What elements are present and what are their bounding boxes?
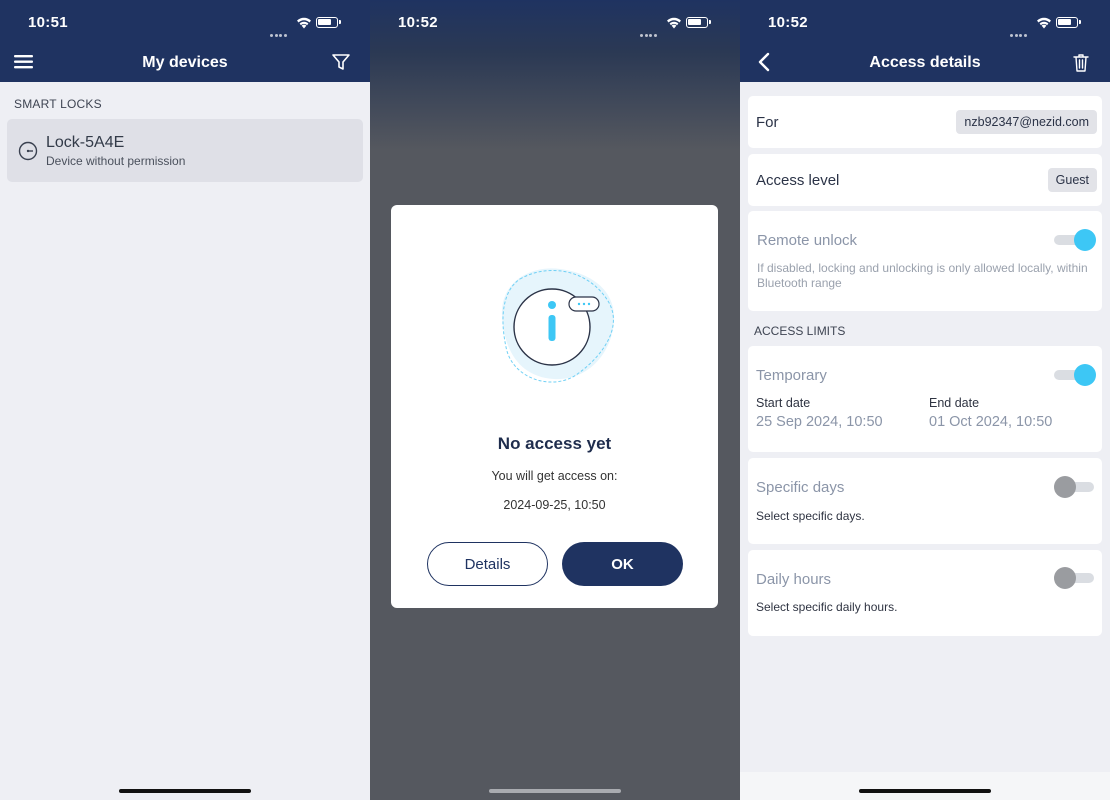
access-level-value: Guest (1047, 168, 1097, 192)
specific-days-toggle[interactable] (1054, 476, 1094, 498)
remote-unlock-description: If disabled, locking and unlocking is on… (757, 261, 1088, 290)
app-header: 10:51 My devices (0, 0, 370, 82)
specific-days-label: Specific days (756, 479, 845, 496)
wifi-icon (667, 17, 681, 29)
status-icons (270, 16, 348, 37)
remote-unlock-card: Remote unlock If disabled, locking and u… (748, 211, 1102, 311)
page-title: My devices (142, 54, 228, 71)
remote-unlock-label: Remote unlock (757, 232, 858, 249)
status-icons (1010, 16, 1088, 37)
device-name: Lock-5A4E (46, 134, 125, 151)
section-label-access-limits: ACCESS LIMITS (754, 324, 846, 338)
device-status: Device without permission (46, 154, 186, 168)
start-date-label: Start date (756, 396, 811, 410)
status-bar: 10:52 (740, 14, 1110, 37)
wifi-icon (297, 17, 311, 29)
dialog-access-date: 2024-09-25, 10:50 (503, 498, 606, 512)
home-indicator (119, 789, 251, 793)
status-bar: 10:52 (370, 14, 740, 37)
home-indicator (859, 789, 991, 793)
daily-hours-description: Select specific daily hours. (756, 600, 898, 614)
app-header: 10:52 Access details (740, 0, 1110, 82)
info-illustration-icon (501, 268, 615, 383)
end-date-value[interactable]: 01 Oct 2024, 10:50 (929, 414, 1052, 430)
for-row: For nzb92347@nezid.com (748, 96, 1102, 148)
my-devices-screen: 10:51 My devices SMART LOCKS Lock-5A4E D… (0, 0, 370, 800)
lock-dial-icon (18, 141, 38, 161)
page-title: Access details (869, 54, 981, 71)
battery-icon (1056, 17, 1081, 28)
signal-icon (640, 24, 662, 37)
device-list-item[interactable]: Lock-5A4E Device without permission (7, 119, 363, 182)
start-date-value[interactable]: 25 Sep 2024, 10:50 (756, 414, 883, 430)
bottom-bar (740, 772, 1110, 800)
status-time: 10:52 (768, 14, 808, 31)
home-indicator (489, 789, 621, 793)
remote-unlock-toggle[interactable] (1054, 229, 1096, 251)
section-label-smart-locks: SMART LOCKS (14, 97, 102, 111)
for-label: For (756, 114, 779, 131)
dialog-message: You will get access on: (491, 469, 618, 483)
temporary-label: Temporary (756, 367, 827, 384)
daily-hours-label: Daily hours (756, 571, 832, 588)
status-bar: 10:51 (0, 14, 370, 37)
specific-days-card: Specific days Select specific days. (748, 458, 1102, 544)
signal-icon (270, 24, 292, 37)
specific-days-description: Select specific days. (756, 509, 865, 523)
status-icons (640, 16, 718, 37)
temporary-toggle[interactable] (1054, 364, 1096, 386)
status-time: 10:52 (398, 14, 438, 31)
battery-icon (686, 17, 711, 28)
details-button[interactable]: Details (427, 542, 548, 586)
wifi-icon (1037, 17, 1051, 29)
status-time: 10:51 (28, 14, 68, 31)
dialog-title: No access yet (497, 434, 612, 453)
access-level-label: Access level (756, 172, 840, 189)
no-access-dialog: No access yet You will get access on: 20… (391, 205, 718, 608)
battery-icon (316, 17, 341, 28)
for-value: nzb92347@nezid.com (956, 110, 1097, 134)
access-details-screen: 10:52 Access details For nzb92347@nezid.… (740, 0, 1110, 800)
signal-icon (1010, 24, 1032, 37)
ok-button[interactable]: OK (562, 542, 683, 586)
trash-icon[interactable] (1070, 52, 1092, 72)
access-level-row: Access level Guest (748, 154, 1102, 206)
no-access-screen: 10:52 No access yet You will get access … (370, 0, 740, 800)
daily-hours-toggle[interactable] (1054, 567, 1094, 589)
filter-icon[interactable] (330, 52, 352, 72)
end-date-label: End date (929, 396, 980, 410)
daily-hours-card: Daily hours Select specific daily hours. (748, 550, 1102, 636)
temporary-card: Temporary Start date 25 Sep 2024, 10:50 … (748, 346, 1102, 452)
